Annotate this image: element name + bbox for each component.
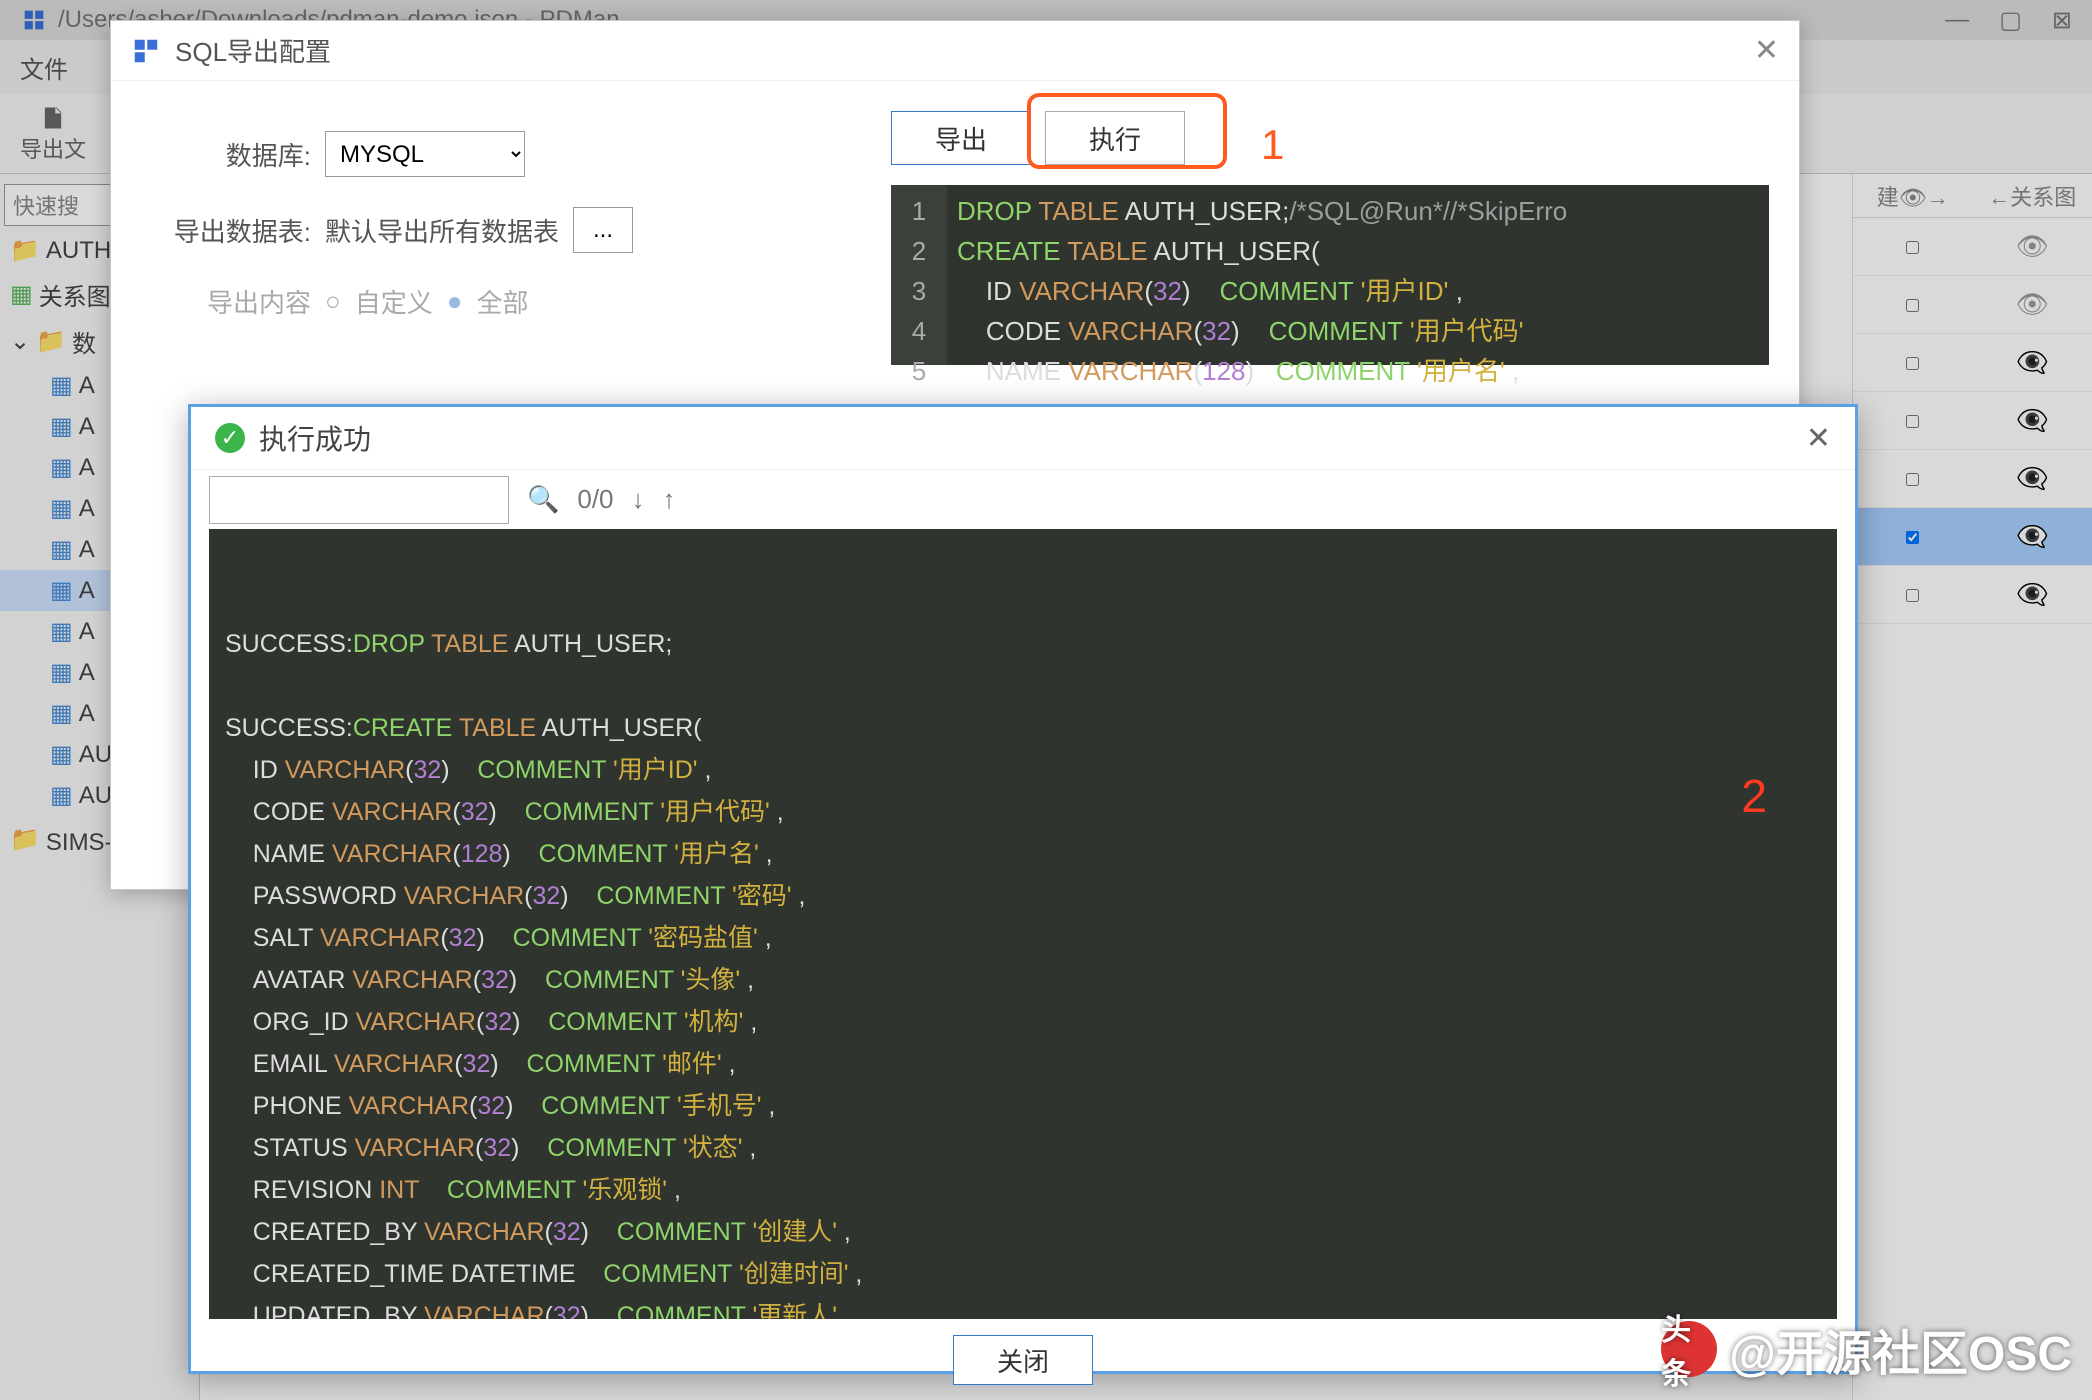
watermark-text: @开源社区OSC — [1729, 1314, 2072, 1384]
tree-label: A — [79, 618, 95, 646]
row-checkbox[interactable] — [1906, 589, 1919, 602]
folder-icon: 📁 — [10, 825, 40, 854]
content-label: 导出内容 — [151, 283, 311, 320]
toolbar-export[interactable]: 导出文 — [20, 104, 86, 164]
visibility-row[interactable]: 👁‍🗨 — [1853, 334, 2092, 392]
visibility-row[interactable]: 👁‍🗨 — [1853, 392, 2092, 450]
run-success-dialog: ✓ 执行成功 ✕ 🔍 0/0 ↓ ↑ SUCCESS:DROP TABLE AU… — [188, 404, 1858, 1374]
db-label: 数据库: — [151, 136, 311, 173]
row-checkbox[interactable] — [1906, 299, 1919, 312]
visibility-row[interactable]: 👁‍🗨 — [1853, 450, 2092, 508]
tables-value: 默认导出所有数据表 — [325, 212, 559, 249]
folder-icon: 📁 — [10, 236, 40, 265]
menu-file[interactable]: 文件 — [20, 50, 68, 85]
eye-icon[interactable]: 👁‍🗨 — [1973, 521, 2092, 552]
maximize-icon[interactable]: ▢ — [1999, 6, 2022, 35]
db-select[interactable]: MYSQL — [325, 131, 525, 177]
close-window-icon[interactable]: ⊠ — [2052, 6, 2072, 35]
eye-icon[interactable]: 👁‍🗨 — [1973, 579, 2092, 610]
table-icon: ▦ — [50, 617, 73, 646]
success-icon: ✓ — [215, 423, 245, 453]
minimize-icon[interactable]: — — [1945, 6, 1969, 35]
dialog1-title: SQL导出配置 — [175, 32, 331, 69]
right-columns: 建👁→ ←关系图 👁 👁 👁‍🗨 👁‍🗨 👁‍🗨 👁‍🗨 👁‍🗨 — [1852, 174, 2092, 1400]
search-up-icon[interactable]: ↑ — [663, 484, 676, 515]
tree-label: A — [79, 454, 95, 482]
dialog2-titlebar: ✓ 执行成功 ✕ — [191, 407, 1855, 469]
tree-label: A — [79, 495, 95, 523]
search-count: 0/0 — [577, 484, 613, 515]
search-input[interactable] — [209, 476, 509, 524]
sql-preview: 12345 DROP TABLE AUTH_USER;/*SQL@Run*//*… — [891, 185, 1769, 365]
table-icon: ▦ — [50, 740, 73, 769]
tree-label: A — [79, 372, 95, 400]
eye-icon[interactable]: 👁 — [1973, 231, 2092, 262]
row-checkbox[interactable] — [1906, 531, 1919, 544]
watermark-avatar-icon: 头条 — [1661, 1321, 1717, 1377]
search-icon[interactable]: 🔍 — [527, 484, 559, 515]
table-icon: ▦ — [50, 371, 73, 400]
dialog2-title: 执行成功 — [259, 418, 371, 458]
table-icon: ▦ — [50, 576, 73, 605]
visibility-row[interactable]: 👁‍🗨 — [1853, 566, 2092, 624]
row-checkbox[interactable] — [1906, 473, 1919, 486]
watermark: 头条 @开源社区OSC — [1661, 1314, 2072, 1384]
table-icon: ▦ — [50, 699, 73, 728]
tree-label: AUTH — [46, 237, 111, 265]
folder-icon: 📁 — [36, 327, 66, 356]
relation-icon: ▦ — [10, 280, 33, 309]
chevron-down-icon: ⌄ — [10, 327, 30, 356]
annotation-1-number: 1 — [1261, 121, 1284, 169]
annotation-2-number: 2 — [1741, 775, 1767, 817]
eye-icon[interactable]: 👁 — [1973, 289, 2092, 320]
dialog-logo-icon — [131, 36, 161, 66]
tree-label: 关系图 — [39, 277, 111, 312]
visibility-row[interactable]: 👁‍🗨 — [1853, 508, 2092, 566]
tree-label: A — [79, 413, 95, 441]
table-icon: ▦ — [50, 535, 73, 564]
run-output: SUCCESS:DROP TABLE AUTH_USER; SUCCESS:CR… — [209, 529, 1837, 1319]
dialog1-titlebar: SQL导出配置 ✕ — [111, 21, 1799, 81]
table-icon: ▦ — [50, 781, 73, 810]
tree-label: A — [79, 577, 95, 605]
close-button[interactable]: 关闭 — [953, 1335, 1093, 1385]
row-checkbox[interactable] — [1906, 357, 1919, 370]
tree-label: 数 — [72, 324, 96, 359]
eye-icon[interactable]: 👁‍🗨 — [1973, 405, 2092, 436]
table-icon: ▦ — [50, 453, 73, 482]
row-checkbox[interactable] — [1906, 415, 1919, 428]
export-button[interactable]: 导出 — [891, 111, 1031, 165]
app-logo-icon — [20, 6, 48, 34]
tree-label: A — [79, 700, 95, 728]
tables-label: 导出数据表: — [151, 212, 311, 249]
tree-label: A — [79, 536, 95, 564]
right-header: 建👁→ ←关系图 — [1853, 174, 2092, 218]
eye-icon[interactable]: 👁‍🗨 — [1973, 463, 2092, 494]
search-down-icon[interactable]: ↓ — [632, 484, 645, 515]
table-icon: ▦ — [50, 412, 73, 441]
visibility-row[interactable]: 👁 — [1853, 218, 2092, 276]
eye-icon[interactable]: 👁‍🗨 — [1973, 347, 2092, 378]
table-icon: ▦ — [50, 658, 73, 687]
dialog2-searchbar: 🔍 0/0 ↓ ↑ — [191, 469, 1855, 529]
annotation-1-box — [1027, 93, 1227, 169]
row-checkbox[interactable] — [1906, 241, 1919, 254]
visibility-row[interactable]: 👁 — [1853, 276, 2092, 334]
dialog1-close-icon[interactable]: ✕ — [1754, 33, 1779, 68]
tree-label: A — [79, 659, 95, 687]
dialog2-close-icon[interactable]: ✕ — [1806, 421, 1831, 456]
tables-browse-button[interactable]: ... — [573, 207, 633, 253]
export-icon — [39, 104, 67, 132]
table-icon: ▦ — [50, 494, 73, 523]
